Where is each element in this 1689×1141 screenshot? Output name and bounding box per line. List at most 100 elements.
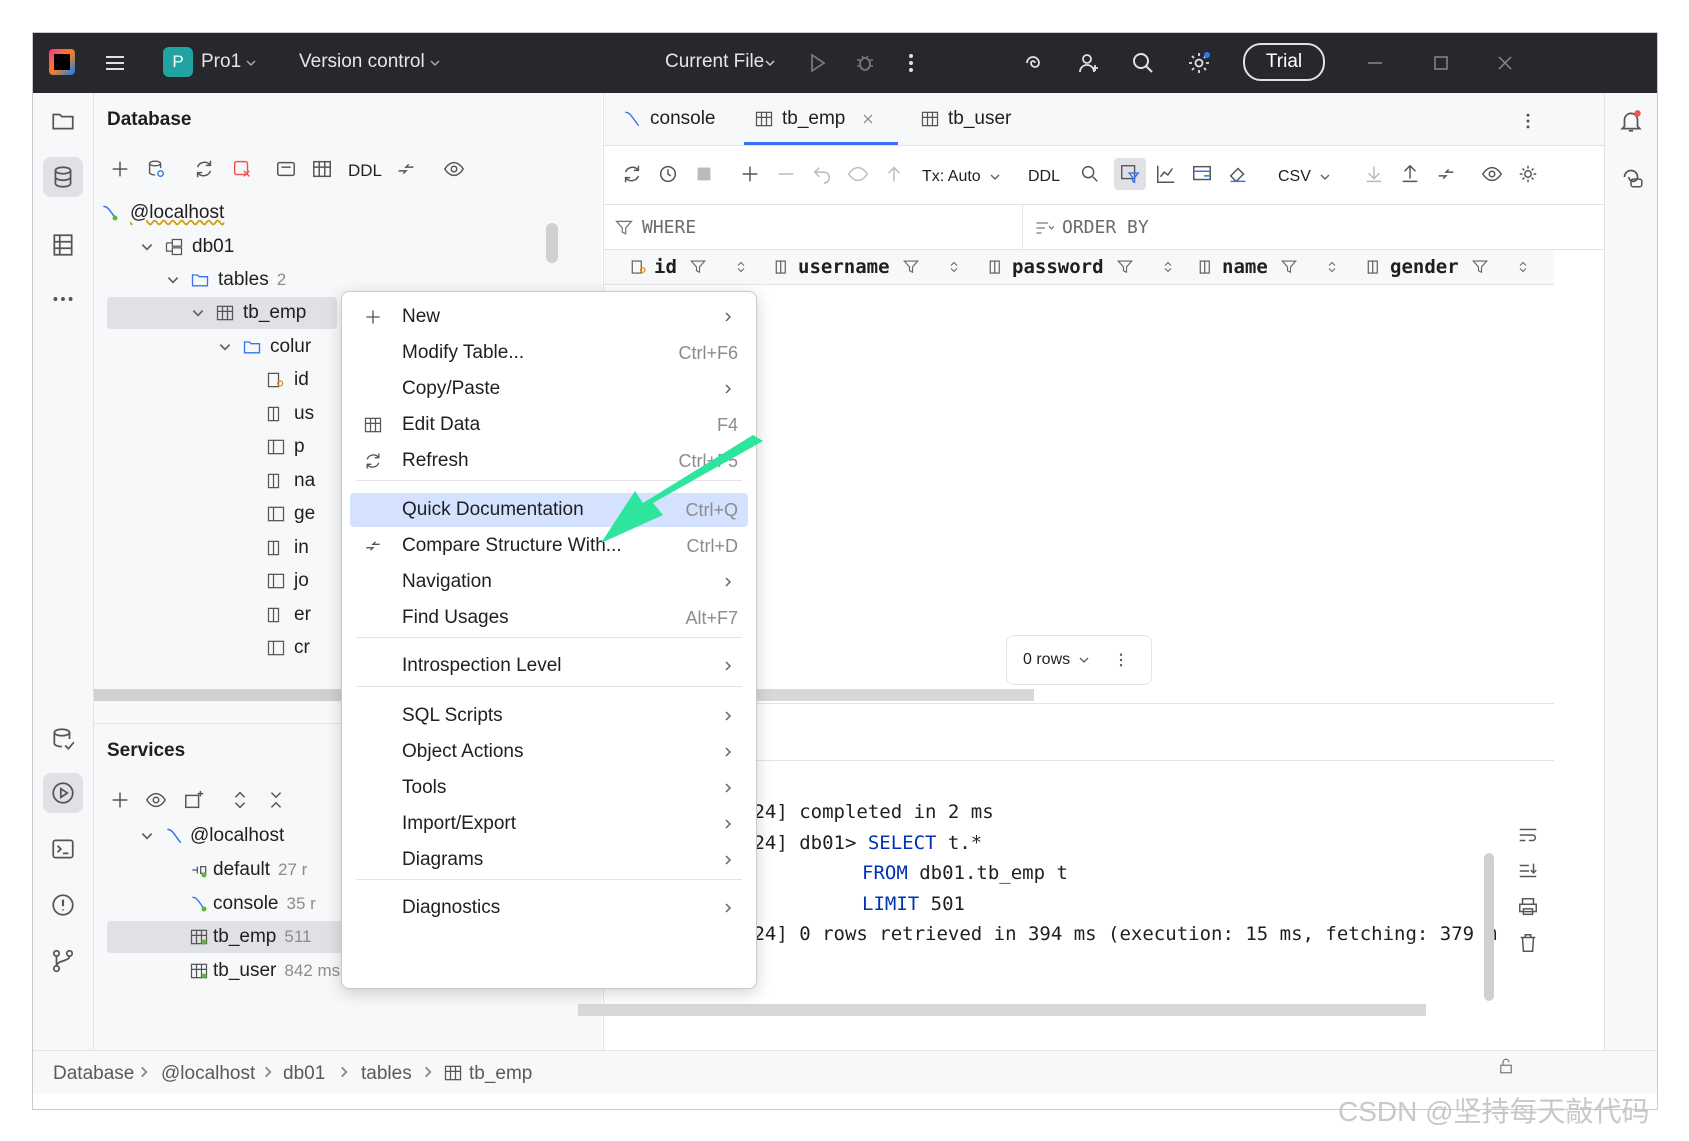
- sort-icon[interactable]: [1162, 259, 1174, 275]
- filter-icon[interactable]: [689, 258, 707, 276]
- settings-icon[interactable]: [1514, 160, 1542, 188]
- git-icon[interactable]: [43, 941, 83, 981]
- breadcrumb-host[interactable]: @localhost: [161, 1063, 255, 1085]
- sort-icon[interactable]: [735, 259, 747, 275]
- filter-icon[interactable]: [1116, 258, 1134, 276]
- tree-table-tb-emp[interactable]: tb_emp: [107, 297, 337, 329]
- expand-all-icon[interactable]: [226, 786, 254, 814]
- menu-item-diagrams[interactable]: Diagrams: [350, 843, 748, 877]
- notifications-icon[interactable]: [1611, 101, 1651, 141]
- column-header[interactable]: id: [630, 250, 747, 284]
- view-options-icon[interactable]: [440, 155, 468, 183]
- paint-icon[interactable]: [1224, 160, 1252, 188]
- tree-column-item[interactable]: in: [266, 532, 309, 564]
- project-badge[interactable]: P: [163, 47, 193, 77]
- breadcrumb-tables[interactable]: tables: [361, 1063, 412, 1085]
- tab-tb-emp[interactable]: tb_emp: [754, 93, 893, 145]
- add-icon[interactable]: [106, 786, 134, 814]
- tree-scrollbar[interactable]: [546, 223, 558, 263]
- menu-item-copy-paste[interactable]: Copy/Paste: [350, 372, 748, 406]
- structure-icon[interactable]: [43, 225, 83, 265]
- services-icon[interactable]: [43, 773, 83, 813]
- minimize-icon[interactable]: [1359, 47, 1391, 79]
- filter-toggle-icon[interactable]: [1114, 158, 1146, 190]
- add-row-icon[interactable]: [736, 160, 764, 188]
- filter-icon[interactable]: [1280, 258, 1298, 276]
- breadcrumb-database[interactable]: Database: [53, 1063, 134, 1085]
- db-services-icon[interactable]: [43, 719, 83, 759]
- vcs-menu[interactable]: Version control: [299, 51, 425, 73]
- preview-pending-icon[interactable]: [844, 160, 872, 188]
- terminal-icon[interactable]: [43, 829, 83, 869]
- column-header[interactable]: username: [774, 250, 960, 284]
- export-format-selector[interactable]: CSV: [1278, 168, 1331, 186]
- ddl-button[interactable]: DDL: [1028, 168, 1060, 186]
- problems-icon[interactable]: [43, 885, 83, 925]
- new-tab-icon[interactable]: [180, 786, 208, 814]
- menu-item-object-actions[interactable]: Object Actions: [350, 735, 748, 769]
- menu-item-sql-scripts[interactable]: SQL Scripts: [350, 699, 748, 733]
- filter-icon[interactable]: [1471, 258, 1489, 276]
- project-folder-icon[interactable]: [43, 101, 83, 141]
- sort-icon[interactable]: [1517, 259, 1529, 275]
- more-actions-icon[interactable]: [895, 47, 927, 79]
- run-config-selector[interactable]: Current File: [665, 51, 764, 73]
- history-icon[interactable]: [654, 160, 682, 188]
- database-icon[interactable]: [43, 157, 83, 197]
- console-icon[interactable]: [272, 155, 300, 183]
- column-header[interactable]: gender: [1366, 250, 1529, 284]
- view-options-icon[interactable]: [1478, 160, 1506, 188]
- search-icon[interactable]: [1127, 47, 1159, 79]
- tree-column-item[interactable]: na: [266, 465, 315, 497]
- ai-chat-icon[interactable]: [1611, 157, 1651, 197]
- tree-tables-folder[interactable]: tables 2: [166, 264, 286, 296]
- tree-column-item[interactable]: p: [266, 431, 305, 463]
- ddl-button[interactable]: DDL: [348, 161, 382, 181]
- tx-mode-selector[interactable]: Tx: Auto: [922, 168, 1001, 186]
- project-name[interactable]: Pro1: [201, 51, 241, 73]
- tree-host[interactable]: @localhost: [100, 197, 224, 229]
- tree-column-item[interactable]: us: [266, 398, 314, 430]
- run-icon[interactable]: [801, 47, 833, 79]
- trial-button[interactable]: Trial: [1243, 43, 1325, 81]
- menu-item-modify-table[interactable]: Modify Table... Ctrl+F6: [350, 336, 748, 370]
- filter-icon[interactable]: [902, 258, 920, 276]
- upload-icon[interactable]: [1396, 160, 1424, 188]
- menu-item-introspection-level[interactable]: Introspection Level: [350, 649, 748, 683]
- refresh-icon[interactable]: [190, 155, 218, 183]
- menu-item-diagnostics[interactable]: Diagnostics: [350, 891, 748, 925]
- tree-schema[interactable]: db01: [140, 231, 234, 263]
- menu-item-import-export[interactable]: Import/Export: [350, 807, 748, 841]
- tree-column-item[interactable]: ge: [266, 498, 315, 530]
- rows-more-icon[interactable]: [1112, 651, 1130, 669]
- debug-icon[interactable]: [849, 47, 881, 79]
- sort-icon[interactable]: [1326, 259, 1338, 275]
- close-icon[interactable]: [1489, 47, 1521, 79]
- view-options-icon[interactable]: [142, 786, 170, 814]
- output-vscrollbar[interactable]: [1484, 853, 1494, 1001]
- revert-icon[interactable]: [808, 160, 836, 188]
- column-header[interactable]: password: [988, 250, 1174, 284]
- ai-assistant-icon[interactable]: [1017, 47, 1049, 79]
- order-by-filter[interactable]: ORDER BY: [1034, 217, 1149, 238]
- add-icon[interactable]: [106, 155, 134, 183]
- tree-columns-folder[interactable]: colur: [218, 331, 311, 363]
- clear-icon[interactable]: [1514, 929, 1542, 957]
- maximize-icon[interactable]: [1425, 47, 1457, 79]
- menu-item-navigation[interactable]: Navigation: [350, 565, 748, 599]
- data-source-properties-icon[interactable]: [142, 155, 170, 183]
- settings-icon[interactable]: [1183, 47, 1215, 79]
- compare-icon[interactable]: [1432, 160, 1460, 188]
- breadcrumb-schema[interactable]: db01: [283, 1063, 325, 1085]
- refresh-icon[interactable]: [618, 160, 646, 188]
- service-item[interactable]: tb_user 842 ms: [189, 955, 340, 987]
- menu-item-new[interactable]: New: [350, 300, 748, 334]
- menu-item-tools[interactable]: Tools: [350, 771, 748, 805]
- rows-indicator[interactable]: 0 rows: [1006, 635, 1152, 685]
- service-host[interactable]: @localhost: [140, 820, 284, 852]
- sort-icon[interactable]: [948, 259, 960, 275]
- value-editor-icon[interactable]: [1188, 160, 1216, 188]
- table-view-icon[interactable]: [308, 155, 336, 183]
- tabs-more-icon[interactable]: [1518, 111, 1538, 131]
- scroll-to-end-icon[interactable]: [1514, 857, 1542, 885]
